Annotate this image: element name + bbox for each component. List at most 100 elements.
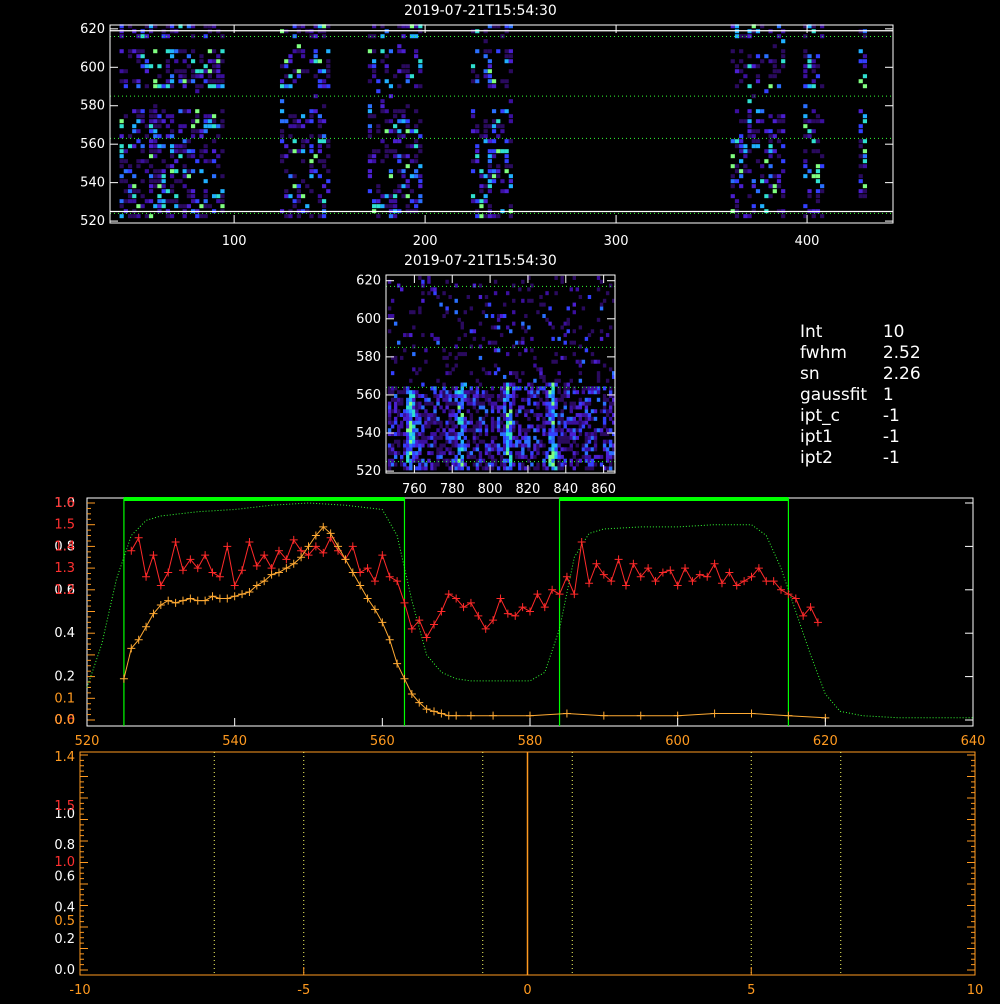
heatmap-cell	[390, 397, 395, 402]
heatmap-cell	[457, 390, 461, 395]
heatmap-cell	[284, 64, 289, 69]
heatmap-cell	[734, 144, 740, 149]
heatmap-cell	[518, 439, 522, 444]
orange-series-point	[215, 594, 224, 603]
heatmap-cell	[380, 59, 385, 64]
heatmap-cell	[776, 119, 782, 124]
heatmap-cell	[406, 428, 410, 433]
heatmap-cell	[590, 416, 595, 421]
heatmap-cell	[165, 64, 170, 69]
heatmap-cell	[466, 454, 471, 459]
heatmap-cell	[509, 393, 513, 398]
heatmap-cell	[483, 74, 488, 79]
heatmap-cell	[390, 390, 395, 395]
heatmap-cell	[493, 447, 498, 452]
heatmap-cell	[393, 359, 398, 364]
heatmap-cell	[596, 378, 601, 383]
heatmap-cell	[815, 74, 821, 79]
heatmap-cell	[584, 439, 589, 444]
x-tick-label: 840	[553, 482, 578, 497]
heatmap-cell	[284, 59, 289, 64]
heatmap-cell	[487, 154, 492, 159]
spectrum-panel: 520 540 560 580 600 620 6400.00.20.40.60.81.00…	[54, 496, 985, 749]
heatmap-cell	[496, 124, 501, 129]
heatmap-cell	[393, 432, 398, 437]
heatmap-cell	[136, 84, 141, 89]
heatmap-cell	[148, 144, 154, 149]
heatmap-cell	[186, 204, 191, 209]
heatmap-cell	[296, 44, 301, 49]
heatmap-cell	[153, 204, 158, 209]
heatmap-cell	[747, 194, 752, 199]
heatmap-cell	[764, 129, 769, 134]
heatmap-cell	[487, 397, 492, 402]
heatmap-cell	[478, 401, 483, 406]
heatmap-cell	[481, 458, 486, 463]
heatmap-cell	[862, 59, 868, 64]
heatmap-cell	[451, 413, 455, 418]
heatmap-cell	[551, 454, 555, 459]
heatmap-cell	[388, 119, 394, 124]
heatmap-cell	[169, 79, 175, 84]
heatmap-cell	[412, 454, 416, 459]
heatmap-cell	[587, 424, 592, 429]
heatmap-cell	[207, 49, 212, 54]
heatmap-cell	[372, 74, 377, 79]
heatmap-cell	[502, 390, 507, 395]
heatmap-cell	[132, 124, 137, 129]
heatmap-cell	[300, 149, 306, 154]
heatmap-cell	[367, 124, 373, 129]
heatmap-cell	[566, 416, 570, 421]
heatmap-cell	[445, 401, 449, 406]
heatmap-cell	[427, 420, 431, 425]
heatmap-cell	[190, 149, 196, 154]
heatmap-cell	[487, 79, 492, 84]
heatmap-cell	[487, 371, 492, 376]
heatmap-cell	[803, 49, 808, 54]
heatmap-cell	[119, 134, 124, 139]
orange-series-point	[430, 707, 439, 716]
heatmap-cell	[211, 49, 217, 54]
heatmap-cell	[743, 144, 748, 149]
heatmap-cell	[509, 405, 513, 410]
heatmap-cell	[584, 435, 589, 440]
heatmap-cell	[475, 129, 480, 134]
heatmap-cell	[739, 174, 744, 179]
heatmap-cell	[862, 114, 868, 119]
y-tick-label: 540	[80, 176, 105, 191]
heatmap-cell	[216, 69, 221, 74]
heatmap-cell	[454, 424, 458, 429]
heatmap-cell	[182, 84, 187, 89]
heatmap-cell	[406, 405, 410, 410]
heatmap-cell	[457, 317, 461, 322]
heatmap-cell	[602, 363, 607, 368]
heatmap-cell	[505, 390, 510, 395]
heatmap-cell	[119, 119, 124, 124]
heatmap-cell	[483, 134, 488, 139]
heatmap-cell	[502, 451, 507, 456]
heatmap-cell	[182, 109, 187, 114]
heatmap-cell	[424, 462, 428, 467]
heatmap-cell	[518, 340, 522, 345]
heatmap-cell	[521, 454, 525, 459]
heatmap-cell	[279, 64, 285, 69]
heatmap-cell	[608, 367, 613, 372]
heatmap-cell	[807, 134, 812, 139]
heatmap-cell	[862, 139, 868, 144]
heatmap-cell	[584, 416, 589, 421]
heatmap-cell	[161, 189, 166, 194]
heatmap-cell	[536, 413, 540, 418]
heatmap-cell	[403, 439, 407, 444]
heatmap-cell	[463, 382, 467, 387]
red-series-point	[430, 620, 439, 629]
heatmap-cell	[502, 401, 507, 406]
heatmap-cell	[554, 454, 558, 459]
heatmap-cell	[803, 174, 808, 179]
heatmap-cell	[321, 214, 327, 219]
heatmap-cell	[436, 378, 440, 383]
heatmap-cell	[148, 179, 154, 184]
heatmap-cell	[587, 435, 592, 440]
heatmap-cell	[527, 424, 531, 429]
heatmap-cell	[396, 283, 401, 288]
heatmap-cell	[768, 194, 773, 199]
